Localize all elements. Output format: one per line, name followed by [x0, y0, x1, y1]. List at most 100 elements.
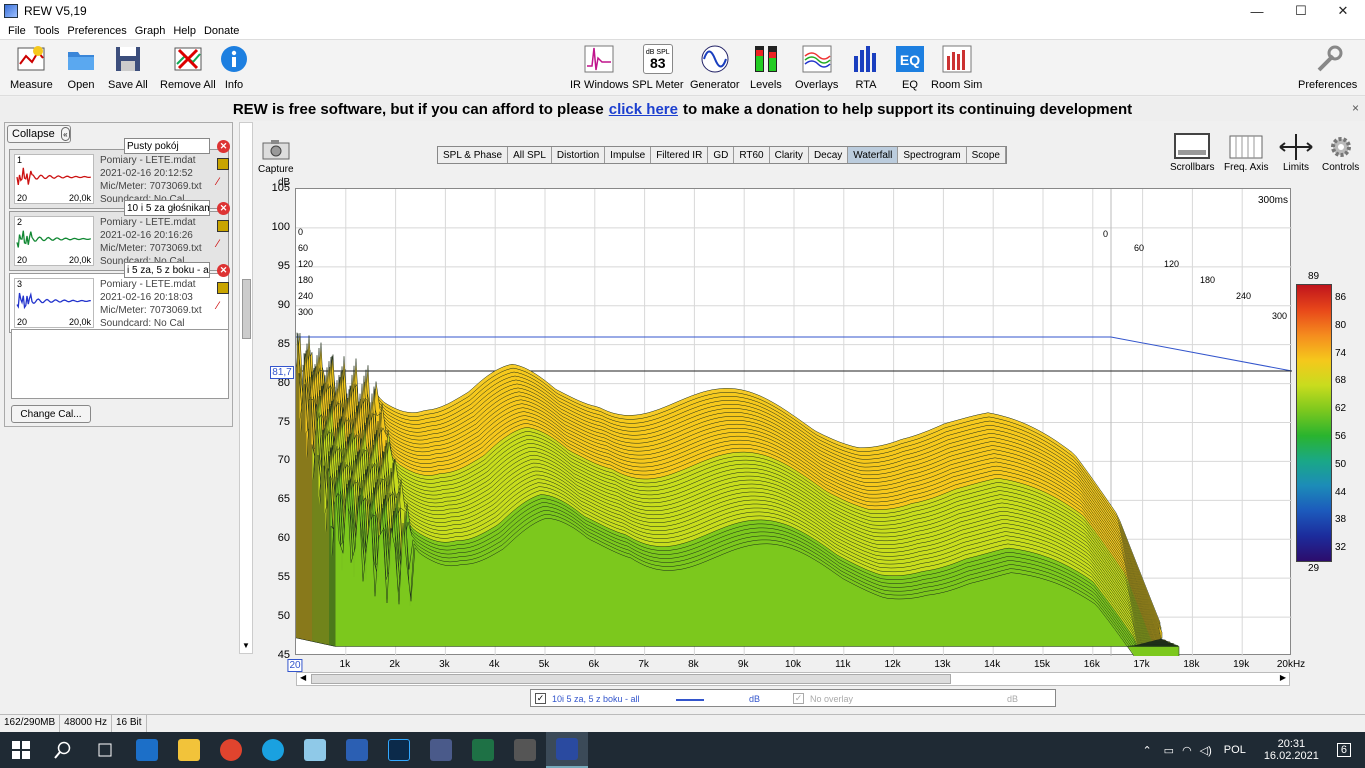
close-button[interactable]: ✕: [1321, 0, 1365, 22]
skype-taskbar[interactable]: [252, 732, 294, 768]
word-taskbar[interactable]: [336, 732, 378, 768]
time-tick-right: 60: [1134, 243, 1144, 253]
banner-close-button[interactable]: ×: [1352, 101, 1359, 115]
y-tick-label: 100: [271, 220, 290, 233]
tab-impulse[interactable]: Impulse: [605, 147, 652, 163]
donate-link[interactable]: click here: [609, 101, 678, 118]
main-toolbar: Measure Open Save All Remove All Info IR…: [0, 40, 1365, 96]
tab-decay[interactable]: Decay: [809, 147, 849, 163]
room-sim-icon: [942, 44, 972, 74]
wifi-icon[interactable]: ◠: [1182, 744, 1192, 757]
ir-windows-button[interactable]: IR Windows: [570, 44, 629, 91]
app-taskbar[interactable]: [294, 732, 336, 768]
task-view-button[interactable]: [84, 732, 126, 768]
x-tick-label: 18k: [1183, 659, 1200, 670]
tab-spectrogram[interactable]: Spectrogram: [898, 147, 967, 163]
delete-measurement-icon[interactable]: ✕: [217, 140, 230, 153]
network-icon[interactable]: ▭: [1164, 744, 1174, 757]
capture-button[interactable]: Capture: [258, 138, 294, 175]
scrollbars-button[interactable]: Scrollbars: [1170, 132, 1214, 173]
measurement-settings-icon[interactable]: [217, 158, 229, 170]
change-cal-button[interactable]: Change Cal...: [11, 405, 91, 423]
start-button[interactable]: [0, 732, 42, 768]
volume-icon[interactable]: ◁): [1200, 744, 1212, 757]
tab-all-spl[interactable]: All SPL: [508, 147, 552, 163]
open-button[interactable]: Open: [66, 44, 96, 91]
tab-distortion[interactable]: Distortion: [552, 147, 606, 163]
legend-series-name: 10i 5 za, 5 z boku - all: [552, 694, 640, 704]
panel-scrollbar[interactable]: ▼: [239, 122, 253, 654]
chrome-taskbar[interactable]: [210, 732, 252, 768]
language-indicator[interactable]: POL: [1224, 744, 1246, 756]
freq-axis-button[interactable]: Freq. Axis: [1224, 132, 1268, 173]
eq-button[interactable]: EQ EQ: [895, 44, 925, 91]
limits-button[interactable]: Limits: [1278, 132, 1314, 173]
measurement-edit-icon[interactable]: ⁄: [217, 300, 229, 312]
rta-button[interactable]: RTA: [851, 44, 881, 91]
minimize-button[interactable]: —: [1235, 0, 1279, 22]
save-all-button[interactable]: Save All: [108, 44, 148, 91]
measurement-name-field[interactable]: 10 i 5 za głośnikami: [124, 200, 210, 216]
overlay-checkbox[interactable]: ✓: [793, 693, 804, 704]
calculator-taskbar[interactable]: [504, 732, 546, 768]
x-tick-label: 5k: [538, 659, 550, 670]
room-sim-button[interactable]: Room Sim: [931, 44, 982, 91]
search-button[interactable]: [42, 732, 84, 768]
measurement-settings-icon[interactable]: [217, 220, 229, 232]
tab-filtered-ir[interactable]: Filtered IR: [651, 147, 709, 163]
tab-waterfall[interactable]: Waterfall: [848, 147, 899, 163]
measurement-name-field[interactable]: Pusty pokój: [124, 138, 210, 154]
clock[interactable]: 20:31 16.02.2021: [1264, 738, 1319, 762]
rew-taskbar[interactable]: [546, 732, 588, 768]
scroll-thumb[interactable]: [242, 279, 251, 339]
menu-donate[interactable]: Donate: [204, 25, 239, 37]
overlays-button[interactable]: Overlays: [795, 44, 838, 91]
x-tick-label: 3k: [439, 659, 450, 670]
save-taskbar[interactable]: [420, 732, 462, 768]
collapse-button[interactable]: Collapse «: [7, 125, 71, 143]
waterfall-plot[interactable]: 0 60 120 180 240 300 0 60 120 180 240 300 300ms: [295, 188, 1293, 698]
menu-help[interactable]: Help: [173, 25, 196, 37]
menu-preferences[interactable]: Preferences: [67, 25, 126, 37]
measurement-name-field[interactable]: i 5 za, 5 z boku - all: [124, 262, 210, 278]
scroll-right-icon[interactable]: ▶: [1280, 673, 1286, 682]
excel-taskbar[interactable]: [462, 732, 504, 768]
tab-spl-phase[interactable]: SPL & Phase: [438, 147, 509, 163]
preferences-button[interactable]: Preferences: [1298, 44, 1357, 91]
measurement-settings-icon[interactable]: [217, 282, 229, 294]
remove-all-button[interactable]: Remove All: [160, 44, 216, 91]
tray-chevron-icon[interactable]: ⌃: [1142, 744, 1151, 757]
photoshop-taskbar[interactable]: [378, 732, 420, 768]
notes-area[interactable]: [11, 329, 229, 399]
scroll-down-icon[interactable]: ▼: [242, 641, 250, 650]
delete-measurement-icon[interactable]: ✕: [217, 202, 230, 215]
maximize-button[interactable]: ☐: [1279, 0, 1323, 22]
measure-button[interactable]: Measure: [10, 44, 53, 91]
rew-taskbar-icon: [556, 738, 578, 760]
measurement-edit-icon[interactable]: ⁄: [217, 238, 229, 250]
info-button[interactable]: Info: [219, 44, 249, 91]
horizontal-scrollbar[interactable]: ◀ ▶: [296, 672, 1290, 686]
explorer-taskbar[interactable]: [168, 732, 210, 768]
scroll-left-icon[interactable]: ◀: [300, 673, 306, 682]
folder-icon: [66, 44, 96, 74]
notifications-icon[interactable]: 6: [1336, 743, 1351, 757]
outlook-taskbar[interactable]: [126, 732, 168, 768]
menu-tools[interactable]: Tools: [34, 25, 60, 37]
series-checkbox[interactable]: ✓: [535, 693, 546, 704]
measurement-item[interactable]: 3 20 20,0k Pomiary - LETE.mdat 2021-02-1…: [9, 262, 230, 333]
controls-button[interactable]: Controls: [1322, 132, 1359, 173]
menu-graph[interactable]: Graph: [135, 25, 166, 37]
measurement-edit-icon[interactable]: ⁄: [217, 176, 229, 188]
hscroll-thumb[interactable]: [311, 674, 951, 684]
tab-rt60[interactable]: RT60: [734, 147, 770, 163]
x-tick-label: 10k: [784, 659, 802, 670]
generator-button[interactable]: Generator: [690, 44, 740, 91]
menu-file[interactable]: File: [8, 25, 26, 37]
tab-gd[interactable]: GD: [708, 147, 735, 163]
levels-button[interactable]: Levels: [750, 44, 782, 91]
tab-scope[interactable]: Scope: [967, 147, 1006, 163]
spl-meter-button[interactable]: dB SPL 83 SPL Meter: [632, 44, 684, 91]
delete-measurement-icon[interactable]: ✕: [217, 264, 230, 277]
tab-clarity[interactable]: Clarity: [770, 147, 809, 163]
